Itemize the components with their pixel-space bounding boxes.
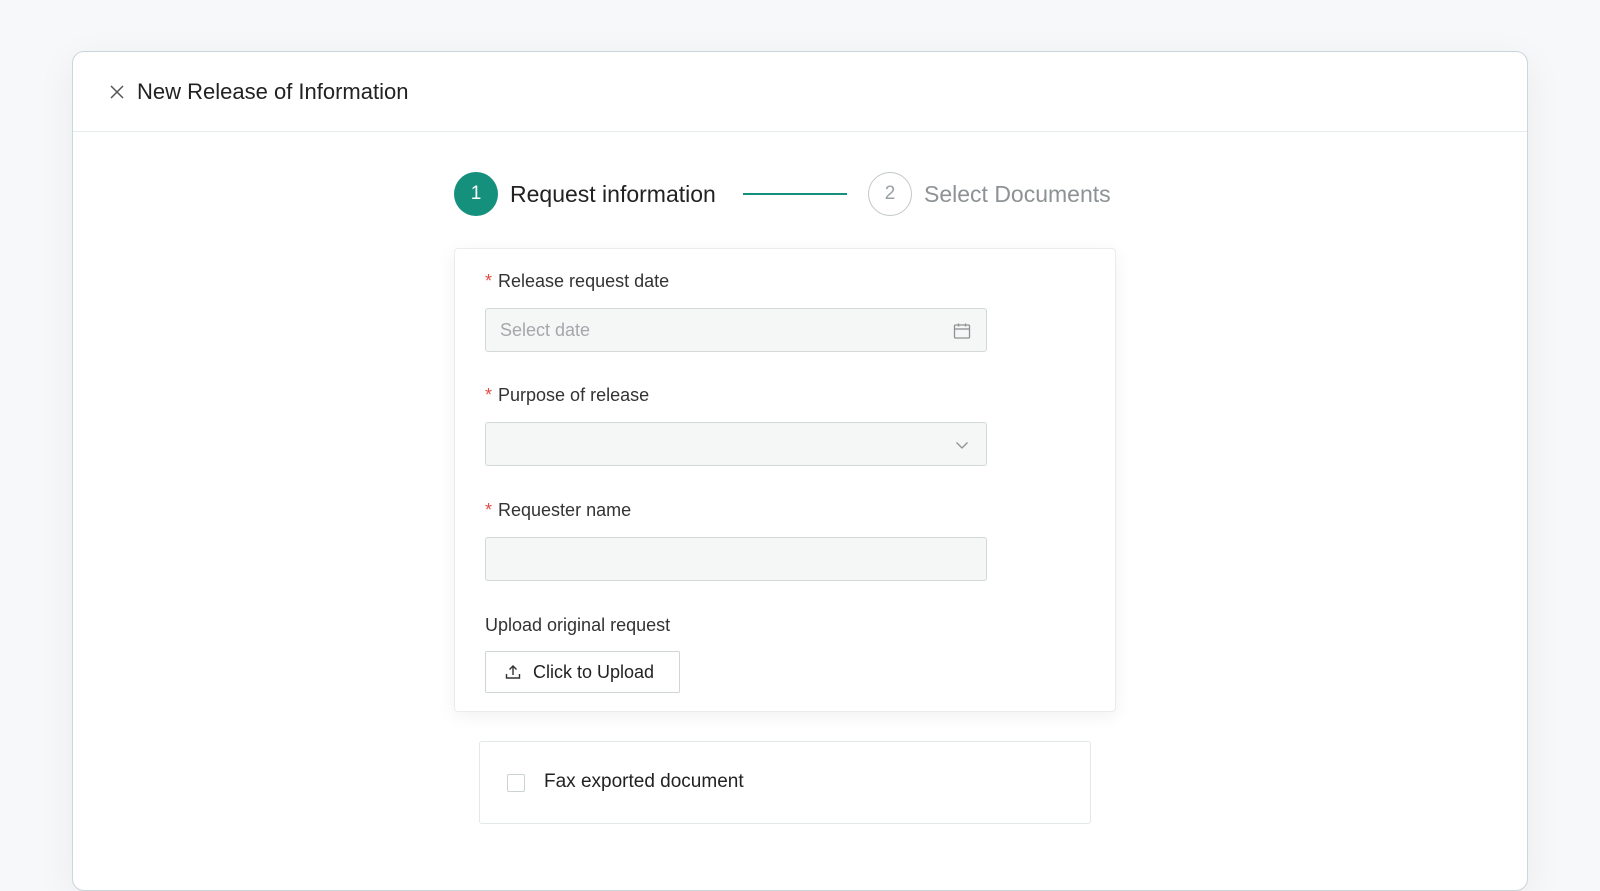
requester-name-label-text: Requester name [498, 500, 632, 520]
modal-title: New Release of Information [137, 78, 409, 104]
upload-label: Upload original request [485, 615, 671, 635]
upload-icon [505, 665, 521, 679]
step-connector [743, 193, 847, 195]
required-mark: * [485, 385, 493, 405]
purpose-label: * Purpose of release [485, 385, 649, 406]
calendar-icon[interactable] [952, 321, 972, 341]
release-date-label: * Release request date [485, 271, 669, 292]
requester-name-field[interactable] [485, 537, 987, 581]
required-mark: * [485, 271, 493, 291]
click-to-upload-button[interactable]: Click to Upload [485, 651, 680, 693]
requester-name-label: * Requester name [485, 500, 631, 521]
release-date-label-text: Release request date [498, 271, 670, 291]
close-button[interactable] [107, 82, 127, 102]
purpose-label-text: Purpose of release [498, 385, 650, 405]
required-mark: * [485, 500, 493, 520]
release-of-information-modal: New Release of Information 1 Request inf… [72, 51, 1528, 891]
release-date-input[interactable] [486, 309, 986, 351]
step-1-indicator[interactable]: 1 [454, 172, 498, 216]
upload-button-label: Click to Upload [533, 661, 655, 682]
close-icon [110, 84, 124, 99]
chevron-down-icon[interactable] [952, 435, 972, 455]
modal-header: New Release of Information [73, 52, 1527, 132]
request-form-card: *Release request date *Purpose of releas… [454, 248, 1116, 712]
fax-checkbox[interactable] [507, 774, 525, 792]
step-2-indicator[interactable]: 2 [868, 172, 912, 216]
release-date-picker[interactable] [485, 308, 987, 352]
stepper: 1 Request information 2 Select Documents [73, 172, 1527, 216]
step-1-label[interactable]: Request information [510, 172, 716, 216]
fax-label[interactable]: Fax exported document [544, 771, 744, 793]
step-2-label[interactable]: Select Documents [924, 172, 1111, 216]
requester-name-input[interactable] [486, 538, 986, 580]
fax-option-card: Fax exported document [479, 741, 1091, 824]
purpose-select[interactable] [485, 422, 987, 466]
